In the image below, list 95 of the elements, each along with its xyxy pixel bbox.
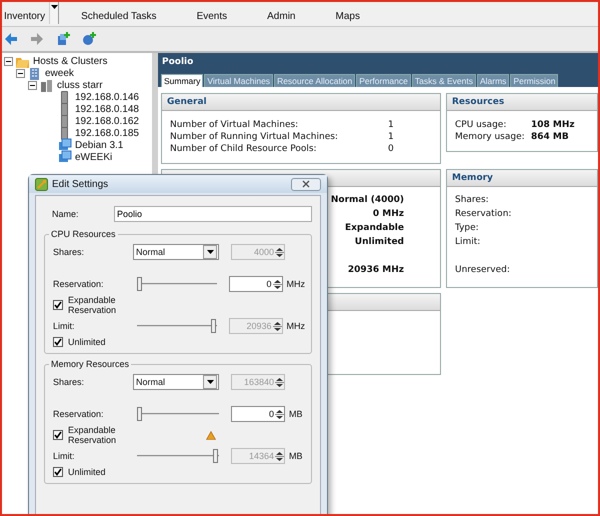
field-label: Name: (51, 209, 80, 219)
checkbox-label: Expandable Reservation (68, 425, 118, 445)
unit-label: MHz (286, 279, 305, 289)
forward-arrow-icon (30, 32, 44, 46)
unit-label: MB (289, 451, 302, 461)
back-arrow-icon (4, 32, 18, 46)
checkbox[interactable] (53, 467, 63, 477)
add-globe-icon (82, 32, 96, 46)
checkbox[interactable] (53, 430, 63, 440)
caret-icon (206, 250, 214, 254)
virtual-machine-icon (58, 138, 72, 152)
unit-label: MB (289, 409, 302, 419)
checkmark-icon (54, 338, 62, 346)
settings-icon (35, 178, 48, 190)
field-label: Reservation: (53, 279, 105, 289)
field-value: 0 (388, 144, 394, 154)
checkbox[interactable] (53, 300, 63, 310)
unit-label: MHz (286, 321, 305, 331)
close-button[interactable] (291, 178, 321, 190)
toolbar-button[interactable]: Events (196, 11, 228, 26)
panel-title: Resources (452, 97, 504, 107)
checkbox-label: Unlimited (68, 467, 107, 477)
tree-item[interactable]: eWEEKi (75, 152, 112, 162)
checkbox-label: Expandable Reservation (68, 295, 118, 315)
field-label: Type: (455, 223, 479, 233)
spinner-arrows-icon (272, 278, 282, 290)
field-label: Shares: (53, 377, 86, 387)
server-rack-icon (40, 78, 54, 92)
field-label: Reservation: (455, 209, 512, 219)
toolbar-button[interactable]: Inventory (4, 11, 46, 26)
building-icon (28, 66, 42, 80)
tree-item[interactable]: Debian 3.1 (75, 140, 124, 150)
number-field[interactable]: 0 (229, 276, 282, 292)
checkbox[interactable] (53, 337, 63, 347)
field-label: Shares: (53, 247, 86, 257)
shares-dropdown[interactable]: Normal (133, 244, 219, 260)
field-label: Number of Virtual Machines: (170, 120, 300, 130)
toolbar-button[interactable]: Scheduled Tasks (81, 11, 157, 26)
spinner-arrows-icon (275, 450, 284, 462)
checkmark-icon (54, 301, 62, 309)
field-label: CPU usage: (455, 120, 508, 130)
panel-title: Memory (452, 173, 493, 183)
tree-item[interactable]: eweek (45, 68, 74, 78)
add-host-icon (56, 32, 70, 46)
checkmark-icon (54, 468, 62, 476)
toolbar-button[interactable]: Admin (267, 11, 296, 26)
back-arrow-button[interactable] (4, 32, 18, 46)
spinner-arrows-icon (275, 246, 284, 258)
checkbox-label: Unlimited (68, 337, 107, 347)
caret-icon (206, 380, 214, 384)
close-icon (302, 180, 310, 188)
tree-item[interactable]: cluss starr (57, 80, 103, 90)
toolbar-button[interactable]: Maps (336, 11, 360, 26)
field-value: 1 (388, 120, 394, 130)
checkmark-icon (54, 431, 62, 439)
tree-item[interactable]: 192.168.0.162 (75, 116, 139, 126)
spinner-arrows-icon (272, 320, 282, 332)
field-label: Unreserved: (455, 265, 510, 275)
field-label: Number of Child Resource Pools: (170, 144, 318, 154)
add-host-button[interactable] (56, 32, 70, 46)
name-field[interactable]: Poolio (114, 206, 312, 222)
field-label: Shares: (455, 195, 489, 205)
pane-title: Poolio (158, 53, 598, 71)
tab[interactable]: Summary (161, 74, 204, 87)
add-globe-button[interactable] (82, 32, 96, 46)
shares-dropdown[interactable]: Normal (133, 374, 219, 390)
field-value: 108 MHz (531, 120, 575, 130)
forward-arrow-button[interactable] (30, 32, 44, 46)
group-title: Memory Resources (49, 359, 132, 369)
tree-item[interactable]: 192.168.0.146 (75, 92, 139, 102)
field-label: Limit: (53, 451, 76, 461)
field-label: Limit: (53, 321, 76, 331)
tree-item[interactable]: Hosts & Clusters (33, 56, 108, 66)
field-label: Limit: (455, 237, 480, 247)
field-label: Number of Running Virtual Machines: (170, 132, 339, 142)
field-value: 864 MB (531, 132, 569, 142)
field-label: Memory usage: (455, 132, 526, 142)
field-value: 0 MHz (372, 209, 404, 219)
field-value: Normal (4000) (330, 195, 404, 205)
field-value: 1 (388, 132, 394, 142)
group-title: CPU Resources (49, 229, 118, 239)
spinner-arrows-icon (275, 376, 284, 388)
tree-item[interactable]: 192.168.0.148 (75, 104, 139, 114)
caret-icon (50, 5, 58, 9)
panel-title: General (167, 97, 207, 107)
field-value: Unlimited (354, 237, 404, 247)
virtual-machine-icon (58, 150, 72, 164)
spinner-arrows-icon (275, 408, 284, 420)
tree-item[interactable]: 192.168.0.185 (75, 128, 139, 138)
dialog-title: Edit Settings (52, 178, 110, 190)
field-value: 20936 MHz (348, 265, 404, 275)
field-value: Expandable (344, 223, 404, 233)
field-label: Reservation: (53, 409, 105, 419)
number-field[interactable]: 0 (231, 406, 285, 422)
dropdown-button[interactable] (49, 2, 60, 24)
